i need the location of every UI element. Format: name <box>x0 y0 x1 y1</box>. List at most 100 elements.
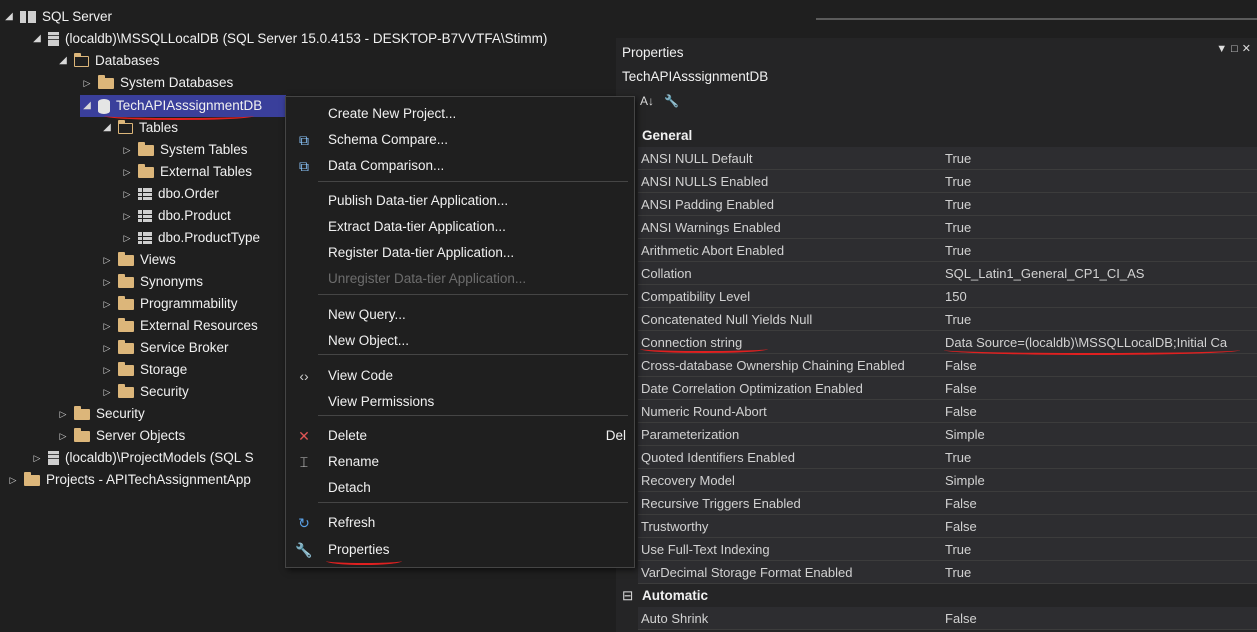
property-value[interactable]: False <box>940 515 1257 538</box>
tree-node-sql-server[interactable]: ◢ SQL Server <box>2 6 112 28</box>
collapsed-arrow-icon[interactable]: ▷ <box>100 337 114 359</box>
property-row[interactable]: Trustworthy False <box>616 515 1257 538</box>
collapsed-arrow-icon[interactable]: ▷ <box>120 139 134 161</box>
collapsed-arrow-icon[interactable]: ▷ <box>100 249 114 271</box>
property-value[interactable]: True <box>940 170 1257 193</box>
expanded-arrow-icon[interactable]: ◢ <box>2 6 16 28</box>
property-value[interactable]: False <box>940 377 1257 400</box>
collapse-category-icon[interactable]: ⊟ <box>622 584 633 607</box>
tree-node-projects[interactable]: ▷ Projects - APITechAssignmentApp <box>6 469 251 491</box>
property-row[interactable]: Auto Shrink False <box>616 607 1257 630</box>
tree-node-external-tables[interactable]: ▷ External Tables <box>120 161 252 183</box>
property-row[interactable]: Recursive Triggers Enabled False <box>616 492 1257 515</box>
tree-node-server-objects[interactable]: ▷ Server Objects <box>56 425 185 447</box>
property-value[interactable]: True <box>940 446 1257 469</box>
tree-node-tables[interactable]: ◢ Tables <box>100 117 178 139</box>
property-value[interactable]: False <box>940 607 1257 630</box>
tree-node-service-broker[interactable]: ▷ Service Broker <box>100 337 229 359</box>
property-row[interactable]: ANSI Warnings Enabled True <box>616 216 1257 239</box>
tree-node-system-tables[interactable]: ▷ System Tables <box>120 139 248 161</box>
property-value[interactable]: SQL_Latin1_General_CP1_CI_AS <box>940 262 1257 285</box>
property-row[interactable]: Cross-database Ownership Chaining Enable… <box>616 354 1257 377</box>
property-row[interactable]: Date Correlation Optimization Enabled Fal… <box>616 377 1257 400</box>
collapsed-arrow-icon[interactable]: ▷ <box>100 359 114 381</box>
alphabetical-sort-icon[interactable]: A↓ <box>640 94 654 108</box>
panel-dropdown-icon[interactable]: ▼ <box>1216 43 1231 55</box>
property-value[interactable]: True <box>940 308 1257 331</box>
property-row[interactable]: Recovery Model Simple <box>616 469 1257 492</box>
property-value[interactable]: Simple <box>940 423 1257 446</box>
tree-node-databases[interactable]: ◢ Databases <box>56 50 160 72</box>
menu-item-create-new-project[interactable]: Create New Project... <box>286 101 634 127</box>
property-row[interactable]: Concatenated Null Yields Null True <box>616 308 1257 331</box>
property-category-automatic[interactable]: ⊟ Automatic <box>616 584 1257 607</box>
collapsed-arrow-icon[interactable]: ▷ <box>100 293 114 315</box>
expanded-arrow-icon[interactable]: ◢ <box>80 95 94 117</box>
tree-node-table-producttype[interactable]: ▷ dbo.ProductType <box>120 227 261 249</box>
property-value[interactable]: 150 <box>940 285 1257 308</box>
menu-item-register-data-tier-application[interactable]: Register Data-tier Application... <box>286 240 634 266</box>
collapsed-arrow-icon[interactable]: ▷ <box>100 271 114 293</box>
collapsed-arrow-icon[interactable]: ▷ <box>80 72 94 94</box>
collapsed-arrow-icon[interactable]: ▷ <box>120 227 134 249</box>
tree-node-db-security[interactable]: ▷ Security <box>100 381 189 403</box>
tree-node-programmability[interactable]: ▷ Programmability <box>100 293 238 315</box>
menu-item-view-permissions[interactable]: View Permissions <box>286 389 634 415</box>
property-value[interactable]: True <box>940 216 1257 239</box>
property-row[interactable]: ANSI NULLS Enabled True <box>616 170 1257 193</box>
property-category-general[interactable]: General <box>616 124 1257 147</box>
collapsed-arrow-icon[interactable]: ▷ <box>6 469 20 491</box>
property-row[interactable]: VarDecimal Storage Format Enabled True <box>616 561 1257 584</box>
property-row[interactable]: Collation SQL_Latin1_General_CP1_CI_AS <box>616 262 1257 285</box>
tree-node-table-product[interactable]: ▷ dbo.Product <box>120 205 231 227</box>
maximize-icon[interactable]: □ <box>1231 43 1242 55</box>
tree-node-security[interactable]: ▷ Security <box>56 403 145 425</box>
menu-item-extract-data-tier-application[interactable]: Extract Data-tier Application... <box>286 214 634 240</box>
tree-node-storage[interactable]: ▷ Storage <box>100 359 187 381</box>
tree-node-views[interactable]: ▷ Views <box>100 249 176 271</box>
menu-item-rename[interactable]: ⌶ Rename <box>286 449 634 475</box>
property-row[interactable]: Arithmetic Abort Enabled True <box>616 239 1257 262</box>
property-value[interactable]: Simple <box>940 469 1257 492</box>
collapsed-arrow-icon[interactable]: ▷ <box>56 403 70 425</box>
property-pages-wrench-icon[interactable]: 🔧 <box>664 94 679 108</box>
collapsed-arrow-icon[interactable]: ▷ <box>100 315 114 337</box>
tree-node-system-databases[interactable]: ▷ System Databases <box>80 72 233 94</box>
menu-item-delete[interactable]: ✕ Delete Del <box>286 423 634 449</box>
close-icon[interactable]: ✕ <box>1242 43 1255 55</box>
property-row[interactable]: ANSI Padding Enabled True <box>616 193 1257 216</box>
collapsed-arrow-icon[interactable]: ▷ <box>120 205 134 227</box>
menu-item-detach[interactable]: Detach <box>286 475 634 501</box>
expanded-arrow-icon[interactable]: ◢ <box>100 117 114 139</box>
menu-item-view-code[interactable]: ‹› View Code <box>286 363 634 389</box>
property-value[interactable]: True <box>940 538 1257 561</box>
collapsed-arrow-icon[interactable]: ▷ <box>120 183 134 205</box>
menu-item-data-comparison[interactable]: ⧉ Data Comparison... <box>286 153 634 179</box>
property-value[interactable]: False <box>940 492 1257 515</box>
property-row[interactable]: Parameterization Simple <box>616 423 1257 446</box>
property-value[interactable]: True <box>940 239 1257 262</box>
collapsed-arrow-icon[interactable]: ▷ <box>56 425 70 447</box>
tree-node-table-order[interactable]: ▷ dbo.Order <box>120 183 219 205</box>
property-value[interactable]: True <box>940 561 1257 584</box>
property-row[interactable]: Compatibility Level 150 <box>616 285 1257 308</box>
property-row[interactable]: Quoted Identifiers Enabled True <box>616 446 1257 469</box>
property-row[interactable]: Numeric Round-Abort False <box>616 400 1257 423</box>
collapsed-arrow-icon[interactable]: ▷ <box>120 161 134 183</box>
collapsed-arrow-icon[interactable]: ▷ <box>30 447 44 469</box>
property-value[interactable]: False <box>940 400 1257 423</box>
property-row[interactable]: ANSI NULL Default True <box>616 147 1257 170</box>
menu-item-refresh[interactable]: ↻ Refresh <box>286 510 634 536</box>
property-row[interactable]: Use Full-Text Indexing True <box>616 538 1257 561</box>
property-value[interactable]: True <box>940 193 1257 216</box>
tree-node-localdb[interactable]: ◢ (localdb)\MSSQLLocalDB (SQL Server 15.… <box>30 28 547 50</box>
tree-node-external-resources[interactable]: ▷ External Resources <box>100 315 258 337</box>
tree-node-synonyms[interactable]: ▷ Synonyms <box>100 271 203 293</box>
menu-item-schema-compare[interactable]: ⧉ Schema Compare... <box>286 127 634 153</box>
property-value[interactable]: False <box>940 354 1257 377</box>
tree-node-projectmodels[interactable]: ▷ (localdb)\ProjectModels (SQL S <box>30 447 254 469</box>
menu-item-new-object[interactable]: New Object... <box>286 328 634 354</box>
collapsed-arrow-icon[interactable]: ▷ <box>100 381 114 403</box>
expanded-arrow-icon[interactable]: ◢ <box>56 50 70 72</box>
menu-item-publish-data-tier-application[interactable]: Publish Data-tier Application... <box>286 188 634 214</box>
